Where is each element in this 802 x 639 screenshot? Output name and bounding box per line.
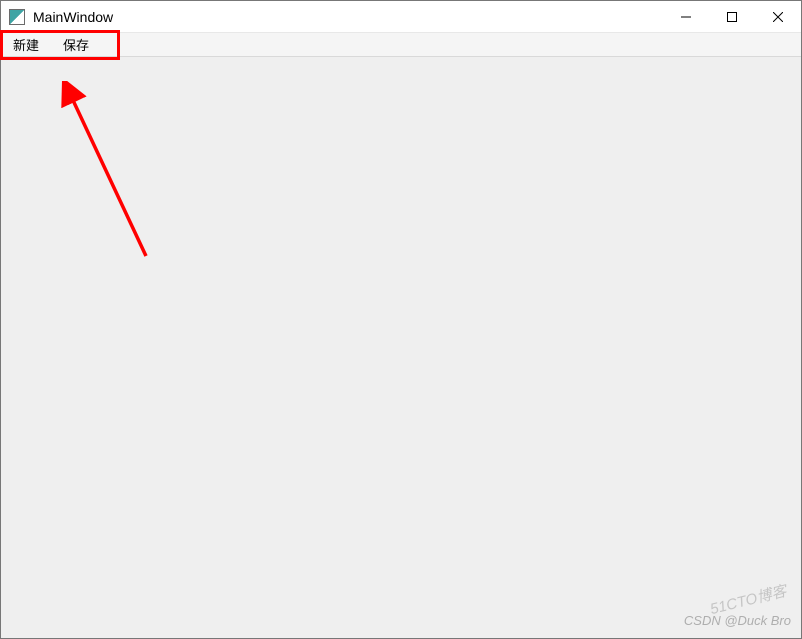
window-controls <box>663 1 801 32</box>
minimize-icon <box>681 12 691 22</box>
close-icon <box>773 12 783 22</box>
window-title: MainWindow <box>33 9 663 25</box>
close-button[interactable] <box>755 1 801 32</box>
app-icon <box>9 9 25 25</box>
annotation-arrow-icon <box>41 81 181 281</box>
minimize-button[interactable] <box>663 1 709 32</box>
maximize-icon <box>727 12 737 22</box>
maximize-button[interactable] <box>709 1 755 32</box>
menu-item-save[interactable]: 保存 <box>51 33 101 56</box>
titlebar[interactable]: MainWindow <box>1 1 801 33</box>
application-window: MainWindow 新建 保存 51CTO博客 C <box>0 0 802 639</box>
menu-item-new[interactable]: 新建 <box>1 33 51 56</box>
menubar: 新建 保存 <box>1 33 801 57</box>
content-area <box>1 57 801 638</box>
